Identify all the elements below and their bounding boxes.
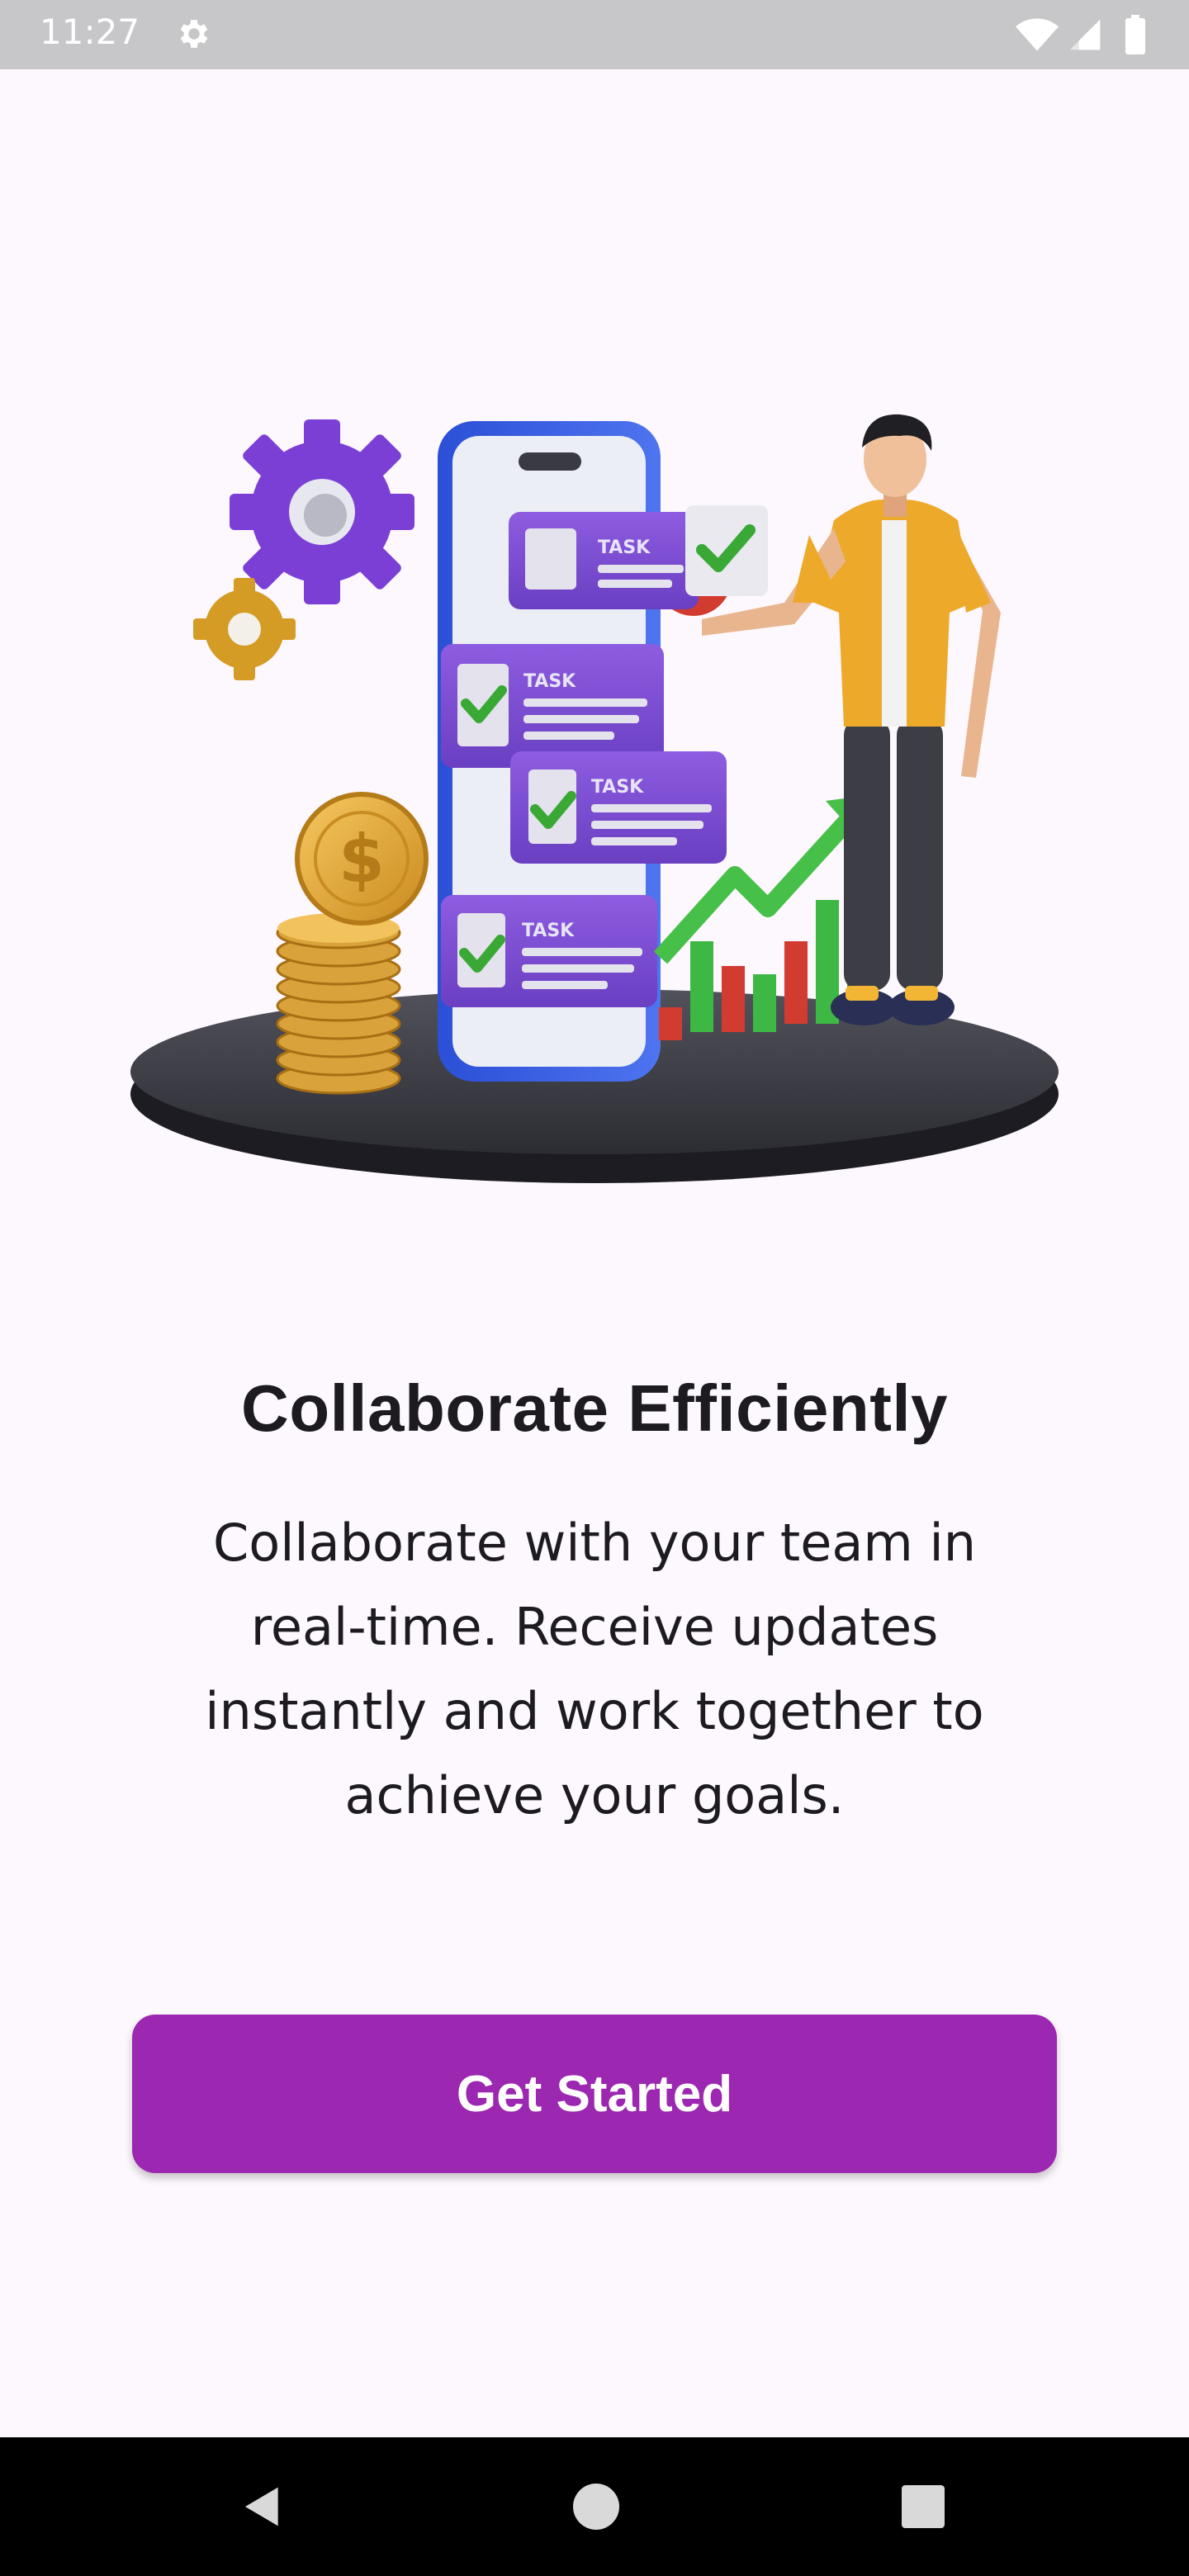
- gear-icon: [180, 20, 208, 48]
- cellular-signal-icon: [1069, 19, 1101, 50]
- description-line: achieve your goals.: [344, 1765, 845, 1825]
- page-title: Collaborate Efficiently: [240, 1371, 949, 1445]
- battery-icon: [1125, 15, 1145, 54]
- status-bar: 11:27: [0, 0, 1189, 69]
- description-line: Collaborate with your team in: [212, 1513, 977, 1573]
- task-card-label: TASK: [523, 671, 576, 692]
- task-card: TASK: [441, 644, 664, 768]
- back-icon[interactable]: [239, 2482, 286, 2531]
- description-line: real-time. Receive updates: [250, 1597, 939, 1657]
- recents-icon[interactable]: [902, 2485, 945, 2528]
- task-card-label: TASK: [598, 537, 651, 558]
- task-card: TASK: [510, 751, 727, 864]
- coin-stack: [276, 913, 401, 1095]
- dollar-coin-icon: $: [295, 792, 429, 926]
- description: Collaborate with your team in real-time.…: [165, 1501, 1024, 1838]
- wifi-icon: [1016, 18, 1059, 51]
- gear-small-icon: [193, 578, 296, 680]
- status-time: 11:27: [40, 12, 140, 52]
- gear-large-icon: [230, 419, 414, 604]
- get-started-button[interactable]: Get Started: [132, 2015, 1057, 2173]
- task-card-label: TASK: [522, 921, 575, 941]
- svg-text:$: $: [339, 821, 385, 897]
- task-card: TASK: [441, 895, 657, 1007]
- task-card-label: TASK: [591, 777, 644, 798]
- description-line: instantly and work together to: [205, 1681, 984, 1741]
- navigation-bar: [0, 2437, 1189, 2576]
- home-icon[interactable]: [573, 2484, 619, 2530]
- task-card: TASK: [509, 505, 768, 609]
- hero-illustration: $ TASK TASK TASK TASK: [130, 414, 1059, 1183]
